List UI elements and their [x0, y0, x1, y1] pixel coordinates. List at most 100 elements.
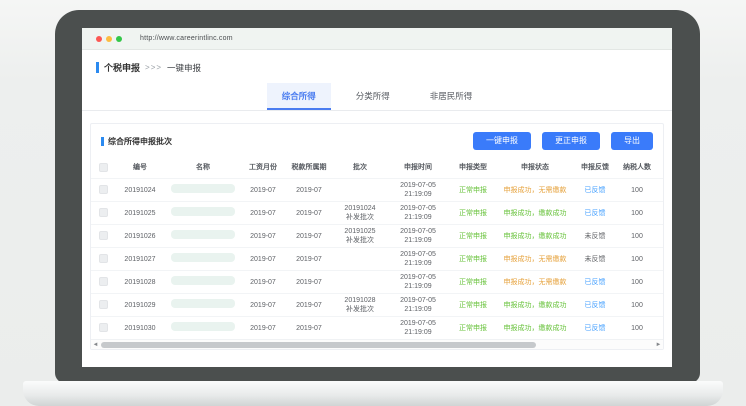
scroll-left-icon[interactable]: ◄: [91, 340, 100, 350]
filing-type: 正常申报: [449, 253, 497, 266]
tax-period: 2019-07: [285, 184, 333, 197]
taxpayer-count: 100: [617, 322, 657, 335]
tab-classified-income[interactable]: 分类所得: [341, 83, 405, 110]
filing-type: 正常申报: [449, 299, 497, 312]
minimize-window-icon[interactable]: [106, 36, 112, 42]
name-cell: [165, 228, 241, 244]
browser-address-bar[interactable]: http://www.careerintlinc.com: [82, 28, 672, 50]
column-header: 编号: [115, 161, 165, 174]
row-checkbox[interactable]: [99, 208, 108, 217]
batch-id: 20191029: [115, 299, 165, 312]
salary-month: 2019-07: [241, 253, 285, 266]
filing-status: 申报成功，无需缴款: [497, 253, 573, 266]
table-row[interactable]: 201910282019-072019-072019-07-0521:19:09…: [91, 270, 663, 293]
name-cell: [165, 251, 241, 267]
tax-period: 2019-07: [285, 322, 333, 335]
tab-bar: 综合所得 分类所得 非居民所得: [82, 83, 672, 111]
column-header: 工资月份: [241, 161, 285, 174]
filing-feedback: 未反馈: [573, 253, 617, 266]
row-checkbox[interactable]: [99, 185, 108, 194]
table-row[interactable]: 201910242019-072019-072019-07-0521:19:09…: [91, 178, 663, 201]
column-header: [657, 166, 663, 170]
batch-info: [333, 326, 387, 330]
scroll-right-icon[interactable]: ►: [654, 340, 663, 350]
filing-status: 申报成功，缴款成功: [497, 299, 573, 312]
name-placeholder: [171, 299, 235, 308]
salary-month: 2019-07: [241, 322, 285, 335]
filing-feedback: 已反馈: [573, 276, 617, 289]
horizontal-scrollbar[interactable]: ◄ ►: [91, 339, 663, 349]
row-checkbox[interactable]: [99, 300, 108, 309]
row-select-cell: [91, 252, 115, 265]
laptop-frame: http://www.careerintlinc.com 个税申报 >>> 一键…: [55, 10, 700, 383]
panel-title-group: 综合所得申报批次: [101, 136, 172, 147]
table-row[interactable]: 201910272019-072019-072019-07-0521:19:09…: [91, 247, 663, 270]
breadcrumb-separator: >>>: [145, 63, 162, 72]
tab-comprehensive-income[interactable]: 综合所得: [267, 83, 331, 110]
name-placeholder: [171, 322, 235, 331]
export-button[interactable]: 导出: [611, 132, 653, 150]
batch-id: 20191030: [115, 322, 165, 335]
clipped-column-value: 11: [657, 322, 663, 335]
row-checkbox[interactable]: [99, 231, 108, 240]
salary-month: 2019-07: [241, 184, 285, 197]
taxpayer-count: 100: [617, 207, 657, 220]
laptop-base: [23, 381, 723, 406]
filing-type: 正常申报: [449, 276, 497, 289]
mockup-background: http://www.careerintlinc.com 个税申报 >>> 一键…: [0, 0, 746, 406]
filing-type: 正常申报: [449, 207, 497, 220]
name-cell: [165, 205, 241, 221]
row-checkbox[interactable]: [99, 254, 108, 263]
select-all-checkbox[interactable]: [99, 163, 108, 172]
maximize-window-icon[interactable]: [116, 36, 122, 42]
section-marker: [96, 62, 99, 73]
tab-nonresident-income[interactable]: 非居民所得: [415, 83, 488, 110]
filing-time: 2019-07-0521:19:09: [387, 225, 449, 247]
filing-time: 2019-07-0521:19:09: [387, 294, 449, 316]
correction-file-button[interactable]: 更正申报: [542, 132, 600, 150]
taxpayer-count: 100: [617, 184, 657, 197]
row-checkbox[interactable]: [99, 277, 108, 286]
taxpayer-count: 100: [617, 299, 657, 312]
batch-info: 20191024补发批次: [333, 202, 387, 224]
browser-window: http://www.careerintlinc.com 个税申报 >>> 一键…: [82, 28, 672, 367]
name-cell: [165, 182, 241, 198]
row-select-cell: [91, 229, 115, 242]
filing-feedback: 未反馈: [573, 230, 617, 243]
clipped-column-value: 11: [657, 253, 663, 266]
url-text: http://www.careerintlinc.com: [140, 35, 233, 42]
header-select-cell: [91, 161, 115, 174]
table-row[interactable]: 201910302019-072019-072019-07-0521:19:09…: [91, 316, 663, 339]
table-row[interactable]: 201910252019-072019-0720191024补发批次2019-0…: [91, 201, 663, 224]
salary-month: 2019-07: [241, 207, 285, 220]
batch-id: 20191027: [115, 253, 165, 266]
panel-header: 综合所得申报批次 一键申报 更正申报 导出: [91, 124, 663, 157]
page-title: 个税申报: [104, 61, 140, 74]
batch-info: [333, 257, 387, 261]
filing-time: 2019-07-0521:19:09: [387, 248, 449, 270]
close-window-icon[interactable]: [96, 36, 102, 42]
tax-period: 2019-07: [285, 276, 333, 289]
filing-status: 申报成功，缴款成功: [497, 207, 573, 220]
table-row[interactable]: 201910262019-072019-0720191025补发批次2019-0…: [91, 224, 663, 247]
table-row[interactable]: 201910292019-072019-0720191028补发批次2019-0…: [91, 293, 663, 316]
table-body: 201910242019-072019-072019-07-0521:19:09…: [91, 178, 663, 339]
batch-info: 20191028补发批次: [333, 294, 387, 316]
table-header-row: 编号名称工资月份税款所属期批次申报时间申报类型申报状态申报反馈纳税人数: [91, 157, 663, 178]
clipped-column-value: 11: [657, 207, 663, 220]
scrollbar-thumb[interactable]: [101, 342, 536, 348]
one-click-file-button[interactable]: 一键申报: [473, 132, 531, 150]
tax-period: 2019-07: [285, 230, 333, 243]
batch-id: 20191025: [115, 207, 165, 220]
batch-info: [333, 188, 387, 192]
page-content: 个税申报 >>> 一键申报 综合所得 分类所得 非居民所得 综合所得申报批次: [82, 50, 672, 367]
name-cell: [165, 274, 241, 290]
name-cell: [165, 297, 241, 313]
tax-period: 2019-07: [285, 299, 333, 312]
column-header: 批次: [333, 161, 387, 174]
row-checkbox[interactable]: [99, 323, 108, 332]
name-placeholder: [171, 276, 235, 285]
batch-panel: 综合所得申报批次 一键申报 更正申报 导出 编号名称工资月份税款所属期批次申报时…: [90, 123, 664, 350]
name-cell: [165, 320, 241, 336]
clipped-column-value: 11: [657, 276, 663, 289]
